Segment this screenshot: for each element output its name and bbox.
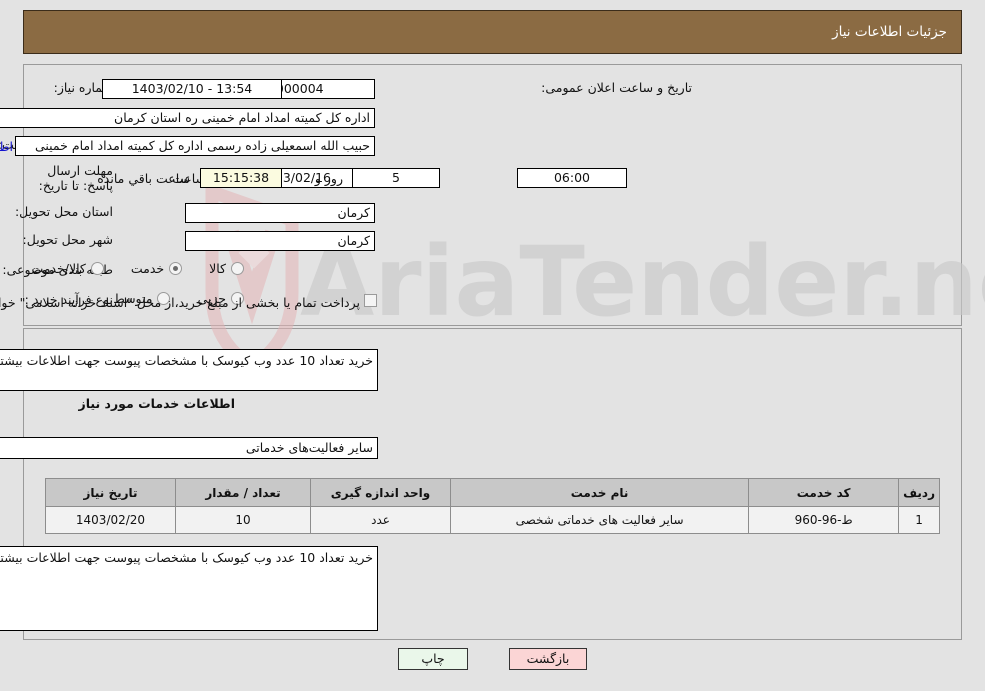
cell-quantity: 10 [175,506,311,534]
page-header: جزئیات اطلاعات نیاز [23,10,962,54]
classification-option-kala-label: کالا [209,261,226,276]
delivery-province-value: کرمان [185,203,375,223]
col-row: ردیف [898,478,940,507]
public-announce-value: 13:54 - 1403/02/10 [102,79,282,99]
delivery-city-value: کرمان [185,231,375,251]
treasury-bond-note: پرداخت تمام یا بخشی از مبلغ خرید،از محل … [0,295,360,310]
service-group-value: سایر فعالیت‌های خدماتی [0,437,378,459]
deadline-time-value: 06:00 [517,168,627,188]
col-quantity: تعداد / مقدار [175,478,311,507]
delivery-city-label: شهر محل تحویل: [22,232,113,247]
services-table: ردیف کد خدمت نام خدمت واحد اندازه گیری ت… [45,478,940,534]
col-name: نام خدمت [449,478,750,507]
cell-code: ط-96-960 [748,506,900,534]
cell-row: 1 [898,506,940,534]
col-code: کد خدمت [748,478,900,507]
buyer-comments-value: خرید تعداد 10 عدد وب کیوسک با مشخصات پیو… [0,550,373,565]
buyer-contact-link[interactable]: اطلاعات تماس خریدار [0,139,13,154]
print-button[interactable]: چاپ [398,648,468,670]
delivery-province-label: استان محل تحویل: [14,204,113,219]
classification-option-khedmat[interactable]: خدمت [129,261,185,276]
need-info-panel [23,64,962,326]
buyer-org-value: اداره کل کمیته امداد امام خمینی ره استان… [0,108,375,128]
classification-option-khedmat-label: خدمت [130,261,165,276]
col-unit: واحد اندازه گیری [310,478,451,507]
table-row[interactable]: 1 ط-96-960 سایر فعالیت های خدماتی شخصی ع… [45,506,940,534]
need-summary-textarea[interactable]: خرید تعداد 10 عدد وب کیوسک با مشخصات پیو… [0,349,378,391]
cell-date: 1403/02/20 [45,506,176,534]
col-date: تاریخ نیاز [45,478,176,507]
delivery-city-label-wrap: شهر محل تحویل: [23,232,113,247]
back-button[interactable]: بازگشت [509,648,587,670]
services-section-title: اطلاعات خدمات مورد نیاز [78,396,236,411]
classification-option-kala-khedmat[interactable]: کالا/خدمت [29,261,106,276]
classification-option-kala-khedmat-label: کالا/خدمت [31,261,86,276]
classification-option-kala[interactable]: کالا [207,261,247,276]
cell-name: سایر فعالیت های خدماتی شخصی [449,506,750,534]
need-summary-value: خرید تعداد 10 عدد وب کیوسک با مشخصات پیو… [0,353,373,368]
page-title: جزئیات اطلاعات نیاز [832,24,947,40]
treasury-bond-checkbox[interactable] [364,294,377,307]
remaining-days-value: 5 [352,168,440,188]
public-announce-label: تاریخ و ساعت اعلان عمومی: [541,80,692,95]
radio-icon-khedmat[interactable] [169,262,183,275]
table-header-row: ردیف کد خدمت نام خدمت واحد اندازه گیری ت… [45,478,940,507]
requester-value: حبیب الله اسمعیلی زاده رسمی اداره کل کمی… [15,136,375,156]
countdown-value: 15:15:38 [200,168,282,188]
page-root: AriaTender.net جزئیات اطلاعات نیاز شماره… [0,0,985,691]
countdown-suffix-label: ساعت باقي مانده [97,171,190,186]
need-number-label-wrap: شماره نیاز: [23,80,113,95]
days-suffix-label: روز و [314,171,343,186]
radio-icon-kala[interactable] [231,262,244,275]
classification-radio-group: کالا خدمت کالا/خدمت [11,261,247,276]
radio-icon-kala-khedmat[interactable] [90,262,104,275]
delivery-province-label-wrap: استان محل تحویل: [15,204,113,219]
buyer-comments-textarea[interactable]: خرید تعداد 10 عدد وب کیوسک با مشخصات پیو… [0,546,378,631]
cell-unit: عدد [310,506,451,534]
announce-label-wrap: تاریخ و ساعت اعلان عمومی: [541,80,692,95]
